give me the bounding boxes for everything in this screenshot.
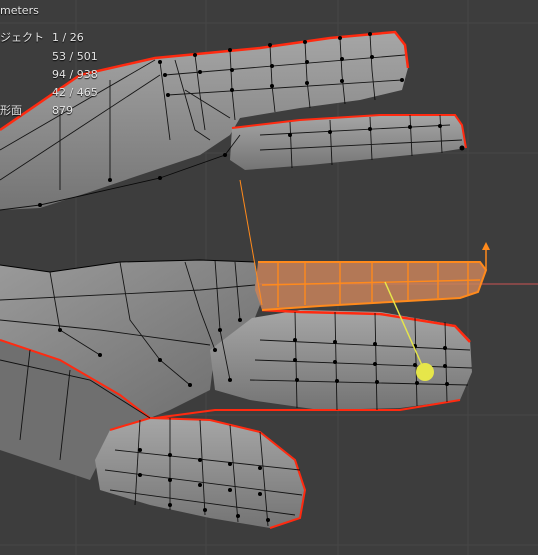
stats-label: 形面 [0, 104, 22, 117]
stats-label: ジェクト [0, 31, 44, 44]
stats-value: 1 / 26 [52, 31, 84, 44]
selected-finger-faces[interactable] [239, 179, 490, 311]
3d-viewport[interactable]: meters ジェクト 1 / 26 53 / 501 94 / 938 42 … [0, 0, 538, 555]
stats-value: 94 / 938 [52, 68, 98, 81]
stats-value: 879 [52, 104, 73, 117]
middle-finger-top[interactable] [230, 114, 467, 170]
stats-value: 53 / 501 [52, 50, 98, 63]
units-label: meters [0, 4, 39, 17]
stats-value: 42 / 465 [52, 86, 98, 99]
